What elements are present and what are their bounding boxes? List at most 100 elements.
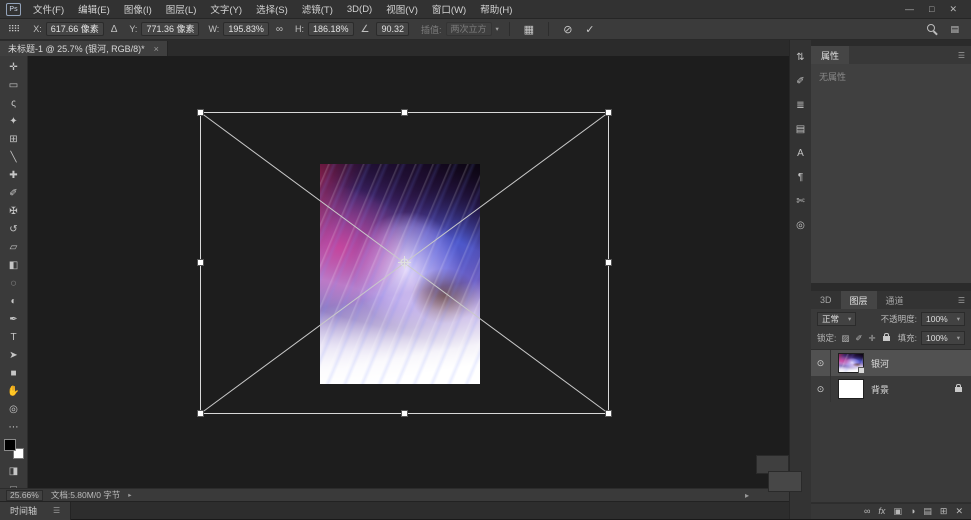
transform-handle[interactable] [198,260,204,266]
layers-menu-icon[interactable]: ☰ [958,296,971,305]
tab-close-icon[interactable]: × [154,44,159,54]
path-selection-tool-button[interactable]: ➤ [2,346,26,364]
layer-style-button[interactable]: fx [878,507,885,516]
lock-all-icon[interactable] [883,336,890,341]
libraries-panel-icon[interactable]: ▤ [792,122,810,137]
edit-toolbar-button[interactable]: ⋯ [2,418,26,436]
swap-panels-icon[interactable]: ⇅ [792,50,810,65]
move-tool-button[interactable]: ✛ [2,58,26,76]
menu-view[interactable]: 视图(V) [379,2,425,16]
transform-controls[interactable] [28,56,789,488]
pen-tool-button[interactable]: ✒ [2,310,26,328]
link-layers-button[interactable]: ∞ [864,507,870,516]
zoom-tool-button[interactable]: ◎ [2,400,26,418]
tab-channels[interactable]: 通道 [877,291,913,309]
transform-handle[interactable] [402,411,408,417]
add-layer-mask-button[interactable]: ▣ [893,507,902,516]
new-layer-button[interactable]: ⊞ [940,507,948,516]
spot-healing-brush-tool-button[interactable]: ✚ [2,166,26,184]
workspace-switcher-icon[interactable]: ▤ [950,24,959,35]
link-dimensions-icon[interactable]: ∞ [273,24,286,35]
new-group-button[interactable]: ▤ [923,507,932,516]
commit-transform-button[interactable]: ✓ [581,21,599,37]
layer-name[interactable]: 背景 [871,383,953,396]
rotation-angle-field[interactable]: 90.32 [376,22,409,36]
delete-layer-button[interactable]: ✕ [955,507,963,516]
menu-select[interactable]: 选择(S) [249,2,295,16]
fill-field[interactable]: 100% ▾ [921,331,965,345]
tab-layers[interactable]: 图层 [841,291,877,309]
transform-handle[interactable] [198,411,204,417]
visibility-eye-icon[interactable]: ⊙ [811,376,831,402]
eraser-tool-button[interactable]: ▱ [2,238,26,256]
brush-settings-panel-icon[interactable]: ✐ [792,74,810,89]
crop-tool-button[interactable]: ⊞ [2,130,26,148]
tab-3d[interactable]: 3D [811,291,841,309]
cancel-transform-button[interactable]: ⊘ [559,21,577,37]
adjustment-layer-button[interactable]: ◑ [910,507,915,516]
clone-stamp-tool-button[interactable]: ✠ [2,202,26,220]
hand-tool-button[interactable]: ✋ [2,382,26,400]
lock-position-icon[interactable]: ✛ [868,333,877,344]
dodge-tool-button[interactable]: ◐ [2,292,26,310]
menu-filter[interactable]: 滤镜(T) [295,2,340,16]
type-tool-button[interactable]: T [2,328,26,346]
lasso-tool-button[interactable]: ς [2,94,26,112]
scissors-panel-icon[interactable]: ✄ [792,194,810,209]
menu-file[interactable]: 文件(F) [26,2,71,16]
opacity-field[interactable]: 100% ▾ [921,312,965,326]
quick-mask-button[interactable]: ◨ [2,462,26,480]
menu-type[interactable]: 文字(Y) [203,2,249,16]
layer-thumbnail[interactable] [838,353,864,373]
quick-selection-tool-button[interactable]: ✦ [2,112,26,130]
properties-menu-icon[interactable]: ☰ [958,51,971,60]
status-info-caret-icon[interactable]: ▸ [128,491,131,499]
timeline-menu-icon[interactable]: ☰ [53,506,60,515]
history-brush-tool-button[interactable]: ↺ [2,220,26,238]
transform-handle[interactable] [402,110,408,116]
y-position-field[interactable]: 771.36 像素 [141,22,199,36]
character-panel-icon[interactable]: A [792,146,810,161]
x-position-field[interactable]: 617.66 像素 [46,22,104,36]
transform-center-point[interactable] [398,256,411,269]
info-panel-icon[interactable]: ◎ [792,218,810,233]
paragraph-panel-icon[interactable]: ¶ [792,170,810,185]
tab-properties[interactable]: 属性 [811,46,849,64]
height-scale-field[interactable]: 186.18% [308,22,354,36]
timeline-tab[interactable]: 时间轴 ☰ [0,502,71,520]
transform-handle[interactable] [606,260,612,266]
layer-name[interactable]: 银河 [871,357,971,370]
menu-window[interactable]: 窗口(W) [425,2,473,16]
lock-transparent-pixels-icon[interactable]: ▨ [840,333,850,344]
transform-handle[interactable] [606,411,612,417]
clone-source-panel-icon[interactable]: ≣ [792,98,810,113]
transform-handle[interactable] [606,110,612,116]
visibility-eye-icon[interactable]: ⊙ [811,350,831,376]
document-tab[interactable]: 未标题-1 @ 25.7% (银河, RGB/8)* × [0,41,168,56]
layer-row-galaxy[interactable]: ⊙ 银河 [811,350,971,376]
zoom-level-field[interactable]: 25.66% [6,490,43,501]
menu-edit[interactable]: 编辑(E) [71,2,117,16]
search-icon[interactable] [927,24,938,35]
transform-handle[interactable] [198,110,204,116]
brush-tool-button[interactable]: ✐ [2,184,26,202]
maximize-button[interactable]: □ [929,4,934,15]
foreground-color-swatch[interactable] [4,439,16,451]
menu-layer[interactable]: 图层(L) [159,2,204,16]
width-scale-field[interactable]: 195.83% [223,22,269,36]
eyedropper-tool-button[interactable]: ╲ [2,148,26,166]
close-button[interactable]: ✕ [949,4,957,15]
warp-mode-icon[interactable]: ▦ [520,21,538,37]
menu-3d[interactable]: 3D(D) [340,4,379,15]
canvas[interactable] [28,56,789,488]
rectangular-marquee-tool-button[interactable]: ▭ [2,76,26,94]
interpolation-select[interactable]: 两次立方 [446,22,492,36]
lock-image-pixels-icon[interactable]: ✐ [854,333,863,344]
rectangle-tool-button[interactable]: ■ [2,364,26,382]
gradient-tool-button[interactable]: ◧ [2,256,26,274]
relative-position-icon[interactable]: Δ [108,24,121,35]
reference-point-icon[interactable]: ⠿⠿ [8,24,19,35]
minimize-button[interactable]: — [905,4,914,15]
blend-mode-select[interactable]: 正常 ▾ [817,312,856,326]
blur-tool-button[interactable]: ◌ [2,274,26,292]
